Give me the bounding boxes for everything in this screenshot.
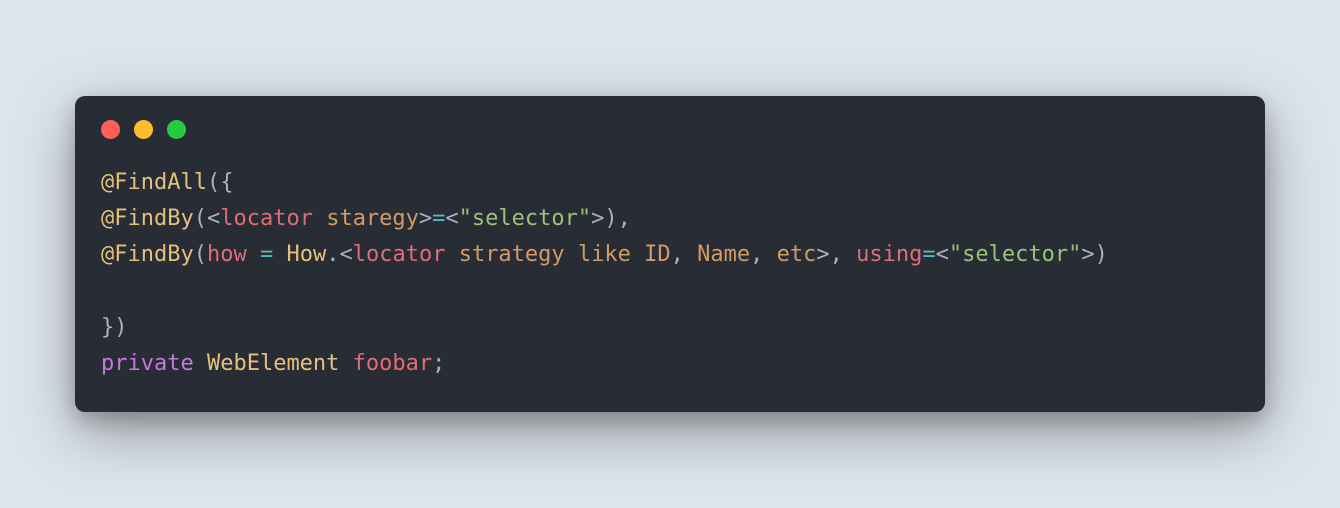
minimize-icon[interactable] [134,120,153,139]
close-icon[interactable] [101,120,120,139]
code-line-5: }) [101,315,128,340]
code-line-2: @FindBy(<locator staregy>=<"selector">), [101,206,631,231]
code-line-6: private WebElement foobar; [101,351,445,376]
maximize-icon[interactable] [167,120,186,139]
code-line-1: @FindAll({ [101,170,233,195]
code-block: @FindAll({ @FindBy(<locator staregy>=<"s… [75,149,1265,413]
code-line-3: @FindBy(how = How.<locator strategy like… [101,242,1108,267]
window-title-bar [75,96,1265,149]
code-window: @FindAll({ @FindBy(<locator staregy>=<"s… [75,96,1265,413]
